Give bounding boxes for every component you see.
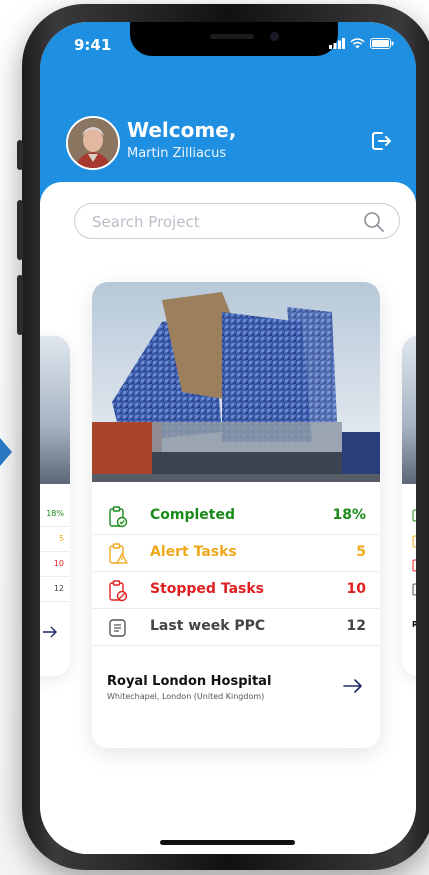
notch bbox=[130, 22, 338, 56]
project-image-previous bbox=[40, 336, 70, 484]
project-card[interactable]: Completed 18% Alert Tasks 5 Stopped Task… bbox=[92, 282, 380, 748]
search-bar[interactable]: Search Project bbox=[74, 203, 400, 239]
stat-row-stopped: Stopped Tasks 10 bbox=[92, 571, 380, 609]
stat-row-completed: Completed 18% bbox=[92, 497, 380, 535]
stat-value-ppc: 12 bbox=[346, 618, 366, 634]
side-stat-stopped: 10 bbox=[40, 552, 70, 577]
arrow-right-icon[interactable] bbox=[342, 678, 364, 694]
logout-icon[interactable] bbox=[368, 128, 394, 154]
clipboard-alert-icon bbox=[412, 535, 416, 548]
volume-down-button bbox=[17, 275, 23, 335]
list-doc-icon bbox=[412, 583, 416, 596]
stat-value-completed: 18% bbox=[332, 507, 366, 523]
stat-label-completed: Completed bbox=[150, 507, 236, 523]
search-icon[interactable] bbox=[363, 211, 385, 233]
status-icons bbox=[329, 38, 394, 49]
battery-icon bbox=[370, 38, 394, 49]
status-time: 9:41 bbox=[74, 36, 112, 54]
arrow-right-icon[interactable] bbox=[42, 626, 58, 638]
list-doc-icon bbox=[109, 619, 126, 637]
search-input[interactable]: Search Project bbox=[92, 213, 200, 231]
signal-icon bbox=[329, 38, 345, 49]
side-stat-alert: 5 bbox=[40, 527, 70, 552]
username: Martin Zilliacus bbox=[127, 146, 227, 161]
project-name: Royal London Hospital bbox=[107, 674, 272, 689]
mute-switch bbox=[17, 140, 23, 170]
home-indicator[interactable] bbox=[160, 840, 295, 845]
project-card-next[interactable]: Ro bbox=[402, 336, 416, 676]
wifi-icon bbox=[350, 38, 365, 49]
clipboard-stop-icon bbox=[109, 580, 128, 602]
welcome-heading: Welcome, bbox=[127, 118, 237, 142]
stat-label-stopped: Stopped Tasks bbox=[150, 581, 264, 597]
stat-label-alert: Alert Tasks bbox=[150, 544, 237, 560]
clipboard-check-icon bbox=[109, 506, 128, 528]
clipboard-check-icon bbox=[412, 509, 416, 522]
clipboard-alert-icon bbox=[109, 543, 128, 564]
project-location: Whitechapel, London (United Kingdom) bbox=[107, 692, 265, 701]
side-stat-ppc: 12 bbox=[40, 577, 70, 602]
stat-label-ppc: Last week PPC bbox=[150, 618, 266, 634]
carousel-pointer bbox=[0, 438, 12, 466]
project-card-previous[interactable]: 18% 5 10 12 bbox=[40, 336, 70, 676]
side-project-name: Ro bbox=[412, 620, 416, 629]
side-stat-completed: 18% bbox=[40, 502, 70, 527]
stat-value-stopped: 10 bbox=[346, 581, 366, 597]
project-image bbox=[92, 282, 380, 482]
stat-value-alert: 5 bbox=[356, 544, 366, 560]
avatar[interactable] bbox=[66, 116, 120, 170]
clipboard-stop-icon bbox=[412, 559, 416, 572]
volume-up-button bbox=[17, 200, 23, 260]
stat-row-ppc: Last week PPC 12 bbox=[92, 608, 380, 646]
project-image-next bbox=[402, 336, 416, 484]
phone-screen: 9:41 Welcome, Martin Zilliacus Search Pr… bbox=[40, 22, 416, 854]
stat-row-alert: Alert Tasks 5 bbox=[92, 534, 380, 572]
